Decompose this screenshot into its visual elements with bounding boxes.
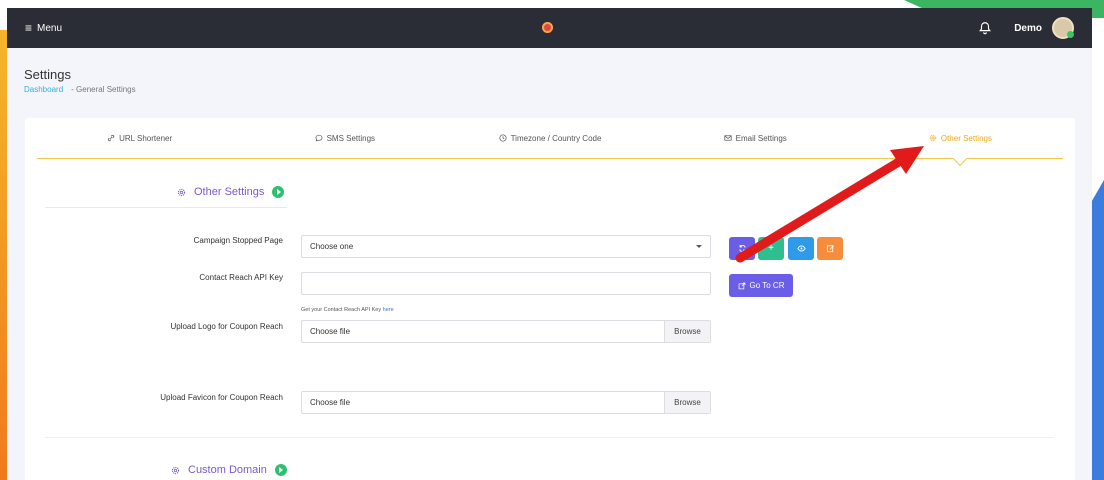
breadcrumb-dashboard[interactable]: Dashboard [24,85,63,94]
breadcrumb-current: - General Settings [71,85,136,94]
campaign-stopped-label: Campaign Stopped Page [193,236,283,245]
gear-icon [171,466,180,474]
browse-favicon-button[interactable]: Browse [664,392,710,413]
section-divider [45,437,1053,438]
gear-icon [177,188,186,196]
refresh-button[interactable] [729,237,755,260]
user-name: Demo [1014,22,1042,34]
api-key-hint: Get your Contact Reach API Key here [301,307,394,313]
edit-icon [826,245,834,253]
page-title: Settings [24,67,71,82]
view-button[interactable] [788,237,814,260]
hamburger-icon: ≡ [25,21,33,35]
campaign-stopped-select[interactable]: Choose one [301,235,711,258]
link-icon [107,134,115,142]
section-title-custom-domain: Custom Domain [171,464,287,476]
api-key-here-link[interactable]: here [383,307,394,313]
go-to-cr-button[interactable]: Go To CR [729,274,793,297]
section-title-other-settings: Other Settings [177,186,285,198]
tab-timezone[interactable]: Timezone / Country Code [447,118,652,158]
chat-icon [315,134,322,142]
app-logo-icon[interactable] [542,22,553,33]
upload-logo-input[interactable]: Choose file Browse [301,320,711,343]
user-menu[interactable]: Demo [1014,17,1074,39]
menu-label: Menu [37,22,63,34]
upload-logo-label: Upload Logo for Coupon Reach [170,322,283,331]
browse-logo-button[interactable]: Browse [664,321,710,342]
bell-icon[interactable] [978,21,992,35]
edit-button[interactable] [817,237,843,260]
gear-icon [929,134,937,142]
eye-icon [796,245,806,252]
play-video-icon[interactable] [274,464,287,476]
tab-email-settings[interactable]: Email Settings [653,118,858,158]
app-window: ≡ Menu Demo Settings Dashboard - General… [7,8,1092,480]
play-video-icon[interactable] [272,186,285,198]
settings-tabs: URL Shortener SMS Settings Timezone / Co… [37,118,1063,167]
upload-favicon-input[interactable]: Choose file Browse [301,391,711,414]
external-link-icon [738,282,745,289]
settings-card: URL Shortener SMS Settings Timezone / Co… [25,118,1075,480]
mail-icon [724,135,732,141]
refresh-icon [738,244,746,253]
api-key-label: Contact Reach API Key [199,273,283,282]
clock-icon [499,134,507,142]
upload-favicon-label: Upload Favicon for Coupon Reach [160,393,283,402]
top-navbar: ≡ Menu Demo [7,8,1092,48]
menu-button[interactable]: ≡ Menu [25,21,62,35]
add-button[interactable]: + [758,237,784,260]
avatar [1052,17,1074,39]
breadcrumb: Dashboard - General Settings [24,85,1075,94]
section-underline [45,207,287,208]
tab-url-shortener[interactable]: URL Shortener [37,118,242,158]
tab-sms-settings[interactable]: SMS Settings [242,118,447,158]
api-key-input[interactable] [301,272,711,295]
